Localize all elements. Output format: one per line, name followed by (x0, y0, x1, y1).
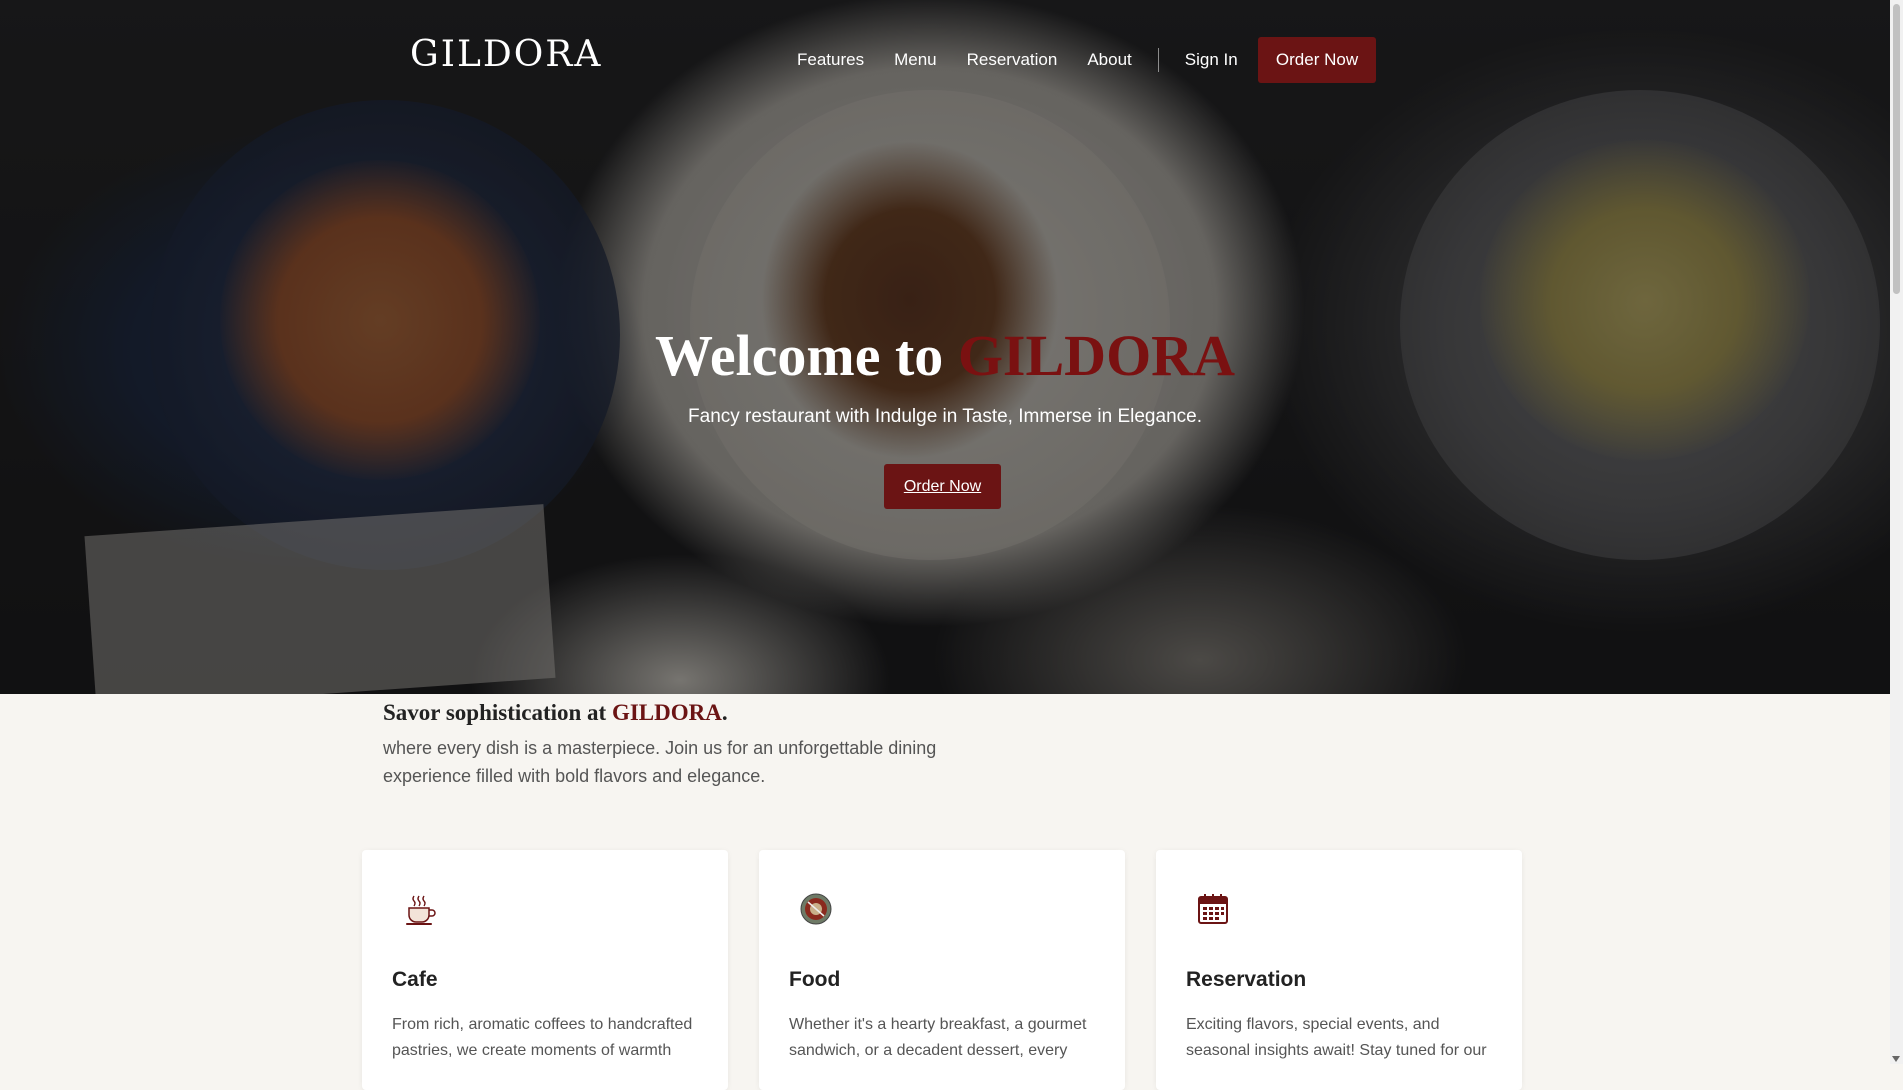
hero-title-brand: GILDORA (957, 323, 1235, 388)
card-text: Whether it's a hearty breakfast, a gourm… (789, 1016, 1087, 1059)
calendar-icon (1198, 894, 1228, 924)
intro-text: where every dish is a masterpiece. Join … (383, 738, 937, 786)
feature-card-reservation: Reservation Exciting flavors, special ev… (1156, 850, 1522, 1090)
scrollbar-thumb[interactable] (1893, 4, 1900, 294)
card-text: From rich, aromatic coffees to handcraft… (392, 1016, 693, 1059)
coffee-cup-icon (406, 895, 436, 925)
site-logo[interactable]: GILDORA (410, 34, 602, 75)
order-now-button[interactable]: Order Now (1258, 37, 1376, 83)
feature-card-cafe: Cafe From rich, aromatic coffees to hand… (362, 850, 728, 1090)
card-title: Reservation (1186, 968, 1307, 991)
hero-title: Welcome to GILDORA (0, 322, 1890, 389)
feature-card-food: Food Whether it's a hearty breakfast, a … (759, 850, 1125, 1090)
top-navbar: GILDORA Features Menu Reservation About … (0, 0, 1890, 120)
intro-title-suffix: . (721, 700, 728, 725)
hero-order-now-button[interactable]: Order Now (884, 464, 1001, 509)
nav-link-menu[interactable]: Menu (894, 50, 937, 70)
intro-title: Savor sophistication at GILDORA. (383, 700, 728, 726)
card-title: Food (789, 968, 841, 991)
nav-link-features[interactable]: Features (797, 50, 864, 70)
sign-in-link[interactable]: Sign In (1185, 50, 1238, 70)
hero-section: GILDORA Features Menu Reservation About … (0, 0, 1890, 694)
page-scrollbar[interactable] (1890, 0, 1903, 1064)
card-title: Cafe (392, 968, 438, 991)
hero-subtitle: Fancy restaurant with Indulge in Taste, … (688, 406, 1202, 427)
nav-divider (1157, 48, 1159, 72)
food-plate-icon (800, 893, 832, 925)
scroll-down-arrow-icon[interactable] (1892, 1056, 1900, 1062)
intro-title-prefix: Savor sophistication at (383, 700, 612, 725)
nav-link-about[interactable]: About (1087, 50, 1131, 70)
hero-title-prefix: Welcome to (655, 323, 958, 388)
card-text: Exciting flavors, special events, and se… (1186, 1016, 1487, 1059)
nav-links: Features Menu Reservation About Sign In (797, 48, 1238, 72)
intro-title-brand: GILDORA (611, 700, 722, 725)
nav-link-reservation[interactable]: Reservation (967, 50, 1058, 70)
